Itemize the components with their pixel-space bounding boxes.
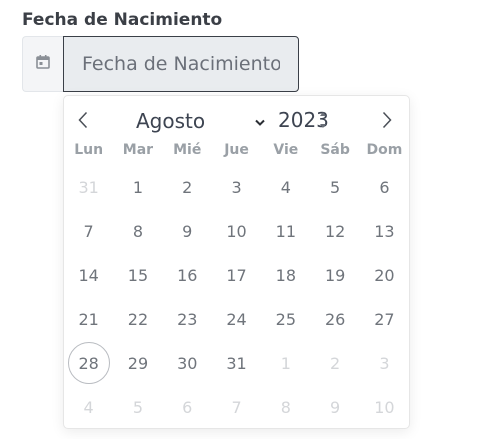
birthdate-input[interactable] <box>63 36 299 92</box>
day-cell[interactable]: 4 <box>64 385 113 429</box>
day-cell[interactable]: 2 <box>163 165 212 209</box>
day-cell[interactable]: 25 <box>261 297 310 341</box>
day-cell[interactable]: 13 <box>360 209 409 253</box>
day-cell[interactable]: 7 <box>64 209 113 253</box>
day-cell[interactable]: 6 <box>163 385 212 429</box>
day-cell[interactable]: 19 <box>310 253 359 297</box>
year-up-arrow-icon[interactable] <box>317 107 329 119</box>
weekday-header: Lun Mar Mié Jue Vie Sáb Dom <box>64 142 409 160</box>
month-select[interactable]: Agosto <box>136 108 268 134</box>
day-cell[interactable]: 1 <box>261 341 310 385</box>
day-cell[interactable]: 8 <box>261 385 310 429</box>
day-cell[interactable]: 26 <box>310 297 359 341</box>
next-month-button[interactable] <box>376 109 398 135</box>
weekday-label: Dom <box>366 142 403 158</box>
day-cell[interactable]: 10 <box>360 385 409 429</box>
day-cell[interactable]: 30 <box>163 341 212 385</box>
day-cell[interactable]: 7 <box>212 385 261 429</box>
day-cell[interactable]: 31 <box>64 165 113 209</box>
day-cell[interactable]: 20 <box>360 253 409 297</box>
field-label: Fecha de Nacimiento <box>22 10 223 30</box>
day-cell[interactable]: 14 <box>64 253 113 297</box>
day-cell[interactable]: 23 <box>163 297 212 341</box>
day-cell[interactable]: 29 <box>113 341 162 385</box>
day-cell[interactable]: 11 <box>261 209 310 253</box>
year-input[interactable]: 2023 <box>278 106 330 134</box>
day-cell[interactable]: 9 <box>163 209 212 253</box>
day-cell[interactable]: 9 <box>310 385 359 429</box>
day-cell[interactable]: 10 <box>212 209 261 253</box>
day-cell[interactable]: 1 <box>113 165 162 209</box>
input-prefix <box>22 36 63 92</box>
chevron-right-icon <box>382 111 392 134</box>
day-cell[interactable]: 3 <box>212 165 261 209</box>
datepicker-calendar: Agosto 2023 Lun Mar Mié Jue Vie Sáb Dom … <box>63 95 410 429</box>
chevron-down-icon <box>255 114 265 132</box>
day-cell[interactable]: 5 <box>310 165 359 209</box>
month-value: Agosto <box>136 109 206 133</box>
day-cell-today[interactable]: 28 <box>64 341 113 385</box>
days-grid: 31 1 2 3 4 5 6 7 8 9 10 11 12 13 14 15 16 17 18 19 20 21 22 23 2… <box>64 165 409 429</box>
day-cell[interactable]: 18 <box>261 253 310 297</box>
weekday-label: Lun <box>74 142 104 158</box>
weekday-label: Sáb <box>320 142 350 158</box>
day-cell[interactable]: 2 <box>310 341 359 385</box>
day-cell[interactable]: 5 <box>113 385 162 429</box>
day-cell[interactable]: 4 <box>261 165 310 209</box>
weekday-label: Mié <box>173 142 202 158</box>
weekday-label: Mar <box>122 142 154 158</box>
day-cell[interactable]: 17 <box>212 253 261 297</box>
year-stepper[interactable] <box>317 107 329 133</box>
prev-month-button[interactable] <box>72 109 94 135</box>
year-down-arrow-icon[interactable] <box>317 119 329 131</box>
day-cell[interactable]: 15 <box>113 253 162 297</box>
day-cell[interactable]: 31 <box>212 341 261 385</box>
day-cell[interactable]: 12 <box>310 209 359 253</box>
day-cell[interactable]: 27 <box>360 297 409 341</box>
day-cell[interactable]: 24 <box>212 297 261 341</box>
weekday-label: Jue <box>224 142 249 158</box>
day-cell[interactable]: 22 <box>113 297 162 341</box>
chevron-left-icon <box>78 111 88 134</box>
day-cell[interactable]: 3 <box>360 341 409 385</box>
day-cell[interactable]: 16 <box>163 253 212 297</box>
weekday-label: Vie <box>273 142 299 158</box>
calendar-icon <box>36 54 50 74</box>
day-cell[interactable]: 6 <box>360 165 409 209</box>
day-cell[interactable]: 8 <box>113 209 162 253</box>
day-cell[interactable]: 21 <box>64 297 113 341</box>
